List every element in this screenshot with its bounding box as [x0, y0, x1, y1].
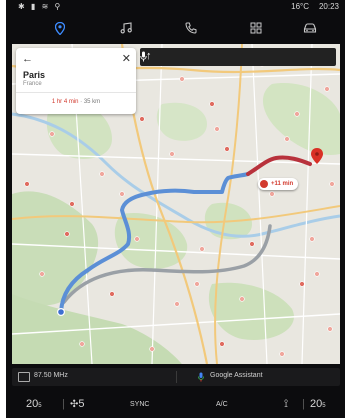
- poi-marker[interactable]: [199, 246, 205, 252]
- poi-marker[interactable]: [269, 191, 275, 197]
- poi-marker[interactable]: [134, 236, 140, 242]
- poi-marker[interactable]: [327, 326, 333, 332]
- trip-summary[interactable]: 1 hr 4 min · 35 km: [16, 99, 136, 105]
- google-assistant-mic-icon[interactable]: [198, 372, 204, 382]
- ac-button[interactable]: A/C: [216, 401, 228, 408]
- card-divider: [16, 92, 136, 93]
- signal-icon: ▮: [30, 2, 38, 11]
- destination-country: France: [23, 81, 42, 87]
- destination-city: Paris: [23, 70, 46, 80]
- poi-marker[interactable]: [219, 341, 225, 347]
- bluetooth-icon: ✱: [18, 2, 27, 11]
- outside-temperature: 16°C: [291, 2, 309, 11]
- poi-marker[interactable]: [49, 131, 55, 137]
- poi-marker[interactable]: [179, 76, 185, 82]
- poi-marker[interactable]: [99, 171, 105, 177]
- sync-button[interactable]: SYNC: [130, 401, 149, 408]
- fan-control[interactable]: ✣5: [70, 398, 85, 410]
- poi-marker[interactable]: [24, 181, 30, 187]
- poi-marker[interactable]: [79, 341, 85, 347]
- music-icon: [120, 22, 132, 34]
- poi-marker[interactable]: [169, 151, 175, 157]
- left-temperature-unit: 5: [38, 403, 42, 409]
- google-assistant-label[interactable]: Google Assistant: [210, 372, 263, 379]
- trip-distance: 35 km: [83, 99, 101, 105]
- climate-bar: 205 | ✣5 SYNC A/C ⟟ | 205: [6, 390, 345, 418]
- poi-marker[interactable]: [174, 301, 180, 307]
- poi-marker[interactable]: [119, 191, 125, 197]
- trip-duration: 1 hr 4 min: [51, 99, 79, 105]
- microphone-icon[interactable]: [140, 51, 147, 62]
- poi-marker[interactable]: [249, 241, 255, 247]
- map-pin-icon: [55, 21, 65, 35]
- poi-marker[interactable]: [69, 201, 75, 207]
- nav-navigation[interactable]: [30, 16, 90, 40]
- poi-marker[interactable]: [299, 281, 305, 287]
- status-icons: ✱ ▮ ≋ ⚲: [18, 2, 62, 11]
- poi-marker[interactable]: [109, 291, 115, 297]
- poi-marker[interactable]: [139, 116, 145, 122]
- car-icon: [303, 22, 317, 33]
- left-temperature[interactable]: 205: [26, 398, 42, 410]
- left-temperature-value: 20: [26, 398, 39, 410]
- phone-icon: [185, 22, 197, 34]
- climate-divider-right: |: [302, 398, 305, 410]
- poi-marker[interactable]: [329, 181, 335, 187]
- fan-speed: 5: [78, 398, 85, 410]
- poi-marker[interactable]: [309, 236, 315, 242]
- close-icon[interactable]: ✕: [122, 52, 131, 65]
- right-temperature-value: 20: [310, 398, 323, 410]
- search-bar[interactable]: ↑: [140, 48, 336, 66]
- apps-grid-icon: [250, 22, 262, 34]
- poi-marker[interactable]: [284, 136, 290, 142]
- nav-apps[interactable]: [226, 16, 286, 40]
- poi-marker[interactable]: [324, 86, 330, 92]
- media-divider: [176, 371, 177, 383]
- wifi-icon: ≋: [41, 2, 51, 11]
- poi-marker[interactable]: [239, 296, 245, 302]
- right-temperature[interactable]: 205: [310, 398, 326, 410]
- navigation-map[interactable]: ← ✕ Paris France 1 hr 4 min · 35 km ↑ +1…: [12, 44, 340, 364]
- poi-marker[interactable]: [294, 111, 300, 117]
- poi-marker[interactable]: [39, 271, 45, 277]
- right-temperature-unit: 5: [322, 403, 326, 409]
- climate-divider-left: |: [62, 398, 65, 410]
- destination-card: ← ✕ Paris France 1 hr 4 min · 35 km: [16, 48, 136, 114]
- clock: 20:23: [318, 2, 339, 11]
- traffic-delay-badge[interactable]: +11 min: [258, 178, 299, 190]
- nav-music[interactable]: [96, 16, 156, 40]
- poi-marker[interactable]: [279, 351, 285, 357]
- radio-icon[interactable]: [18, 372, 30, 382]
- poi-marker[interactable]: [224, 146, 230, 152]
- nav-vehicle[interactable]: [280, 16, 340, 40]
- head-unit-screen: ✱ ▮ ≋ ⚲ 16°C 20:23 ← ✕ Paris France 1 hr…: [6, 0, 345, 418]
- poi-marker[interactable]: [314, 271, 320, 277]
- location-icon: ⚲: [54, 2, 63, 11]
- seat-heating-icon[interactable]: ⟟: [284, 398, 288, 411]
- poi-marker[interactable]: [209, 101, 215, 107]
- main-navigation: [6, 14, 345, 42]
- poi-marker[interactable]: [214, 126, 220, 132]
- nav-phone[interactable]: [161, 16, 221, 40]
- radio-frequency[interactable]: 87.50 MHz: [34, 372, 68, 379]
- status-bar: ✱ ▮ ≋ ⚲ 16°C 20:23: [6, 0, 345, 14]
- poi-marker[interactable]: [149, 346, 155, 352]
- poi-marker[interactable]: [64, 231, 70, 237]
- traffic-icon: [260, 180, 268, 188]
- media-bar: 87.50 MHz Google Assistant: [12, 368, 340, 386]
- back-arrow-icon[interactable]: ←: [22, 53, 33, 65]
- poi-marker[interactable]: [194, 281, 200, 287]
- traffic-delay: +11 min: [271, 181, 294, 187]
